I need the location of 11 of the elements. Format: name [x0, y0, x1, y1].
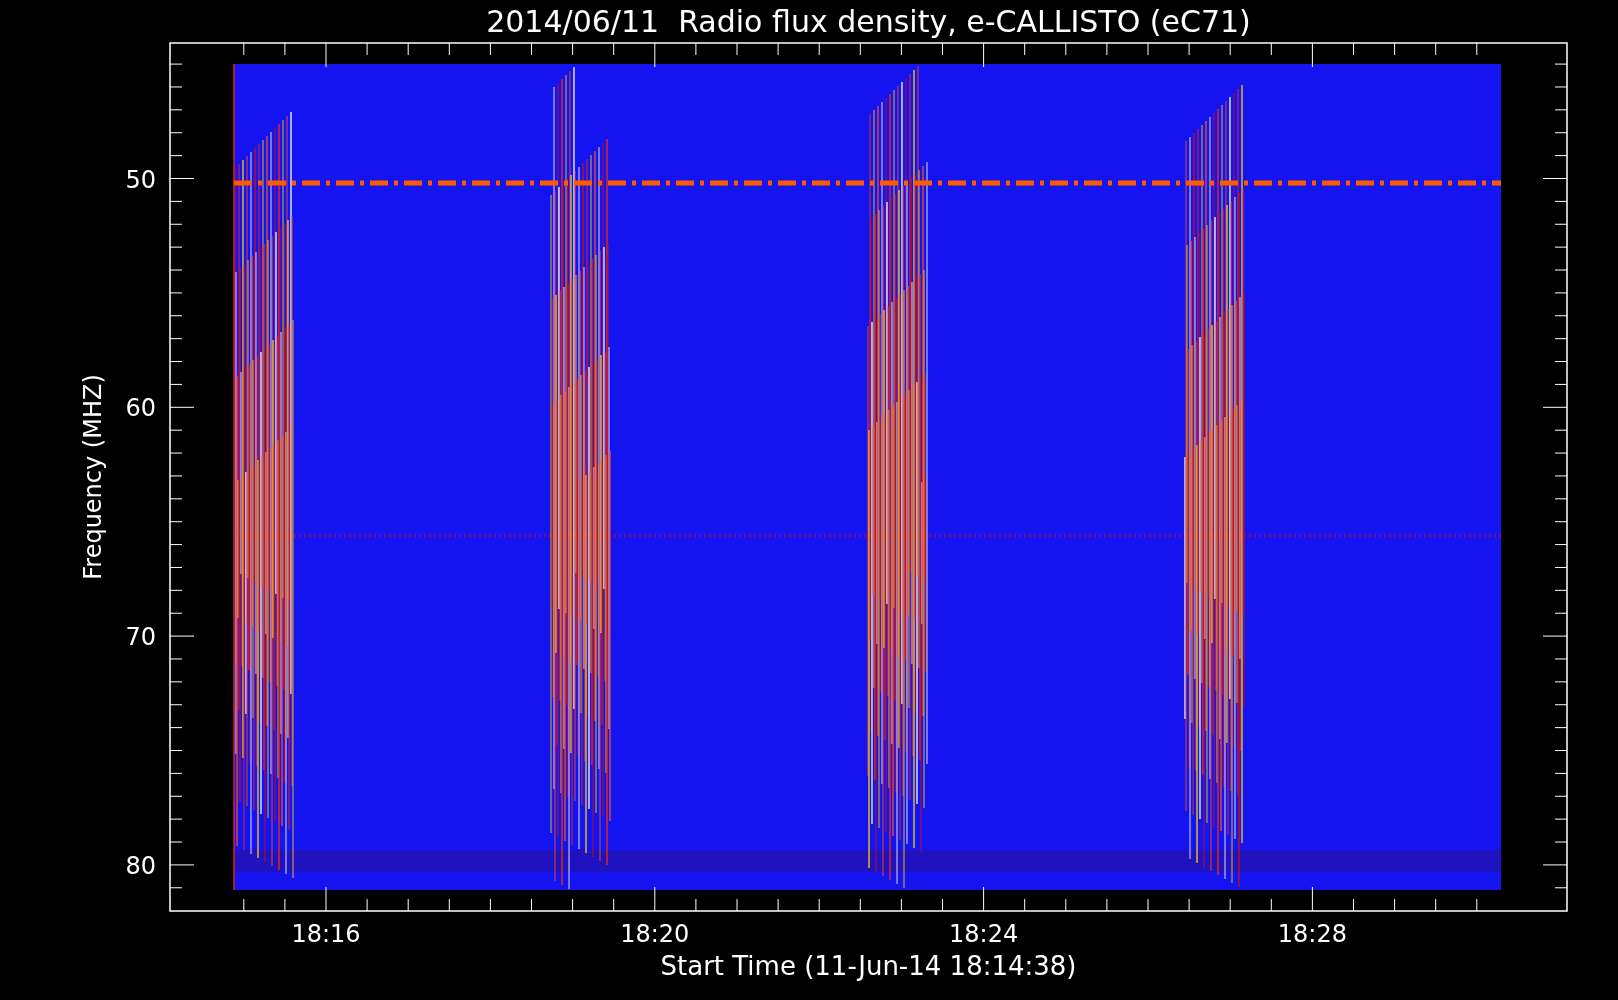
x-tick-label: 18:28: [1277, 920, 1347, 948]
x-tick-label: 18:16: [291, 920, 361, 948]
y-tick-label: 60: [125, 394, 156, 423]
y-tick-label: 50: [125, 165, 156, 194]
y-tick-label: 70: [125, 623, 156, 652]
x-axis-label: Start Time (11-Jun-14 18:14:38): [660, 951, 1077, 981]
y-axis-label: Frequency (MHZ): [79, 374, 107, 580]
chart-title: 2014/06/11 Radio flux density, e-CALLISTO (eC71): [486, 4, 1251, 39]
x-tick-label: 18:20: [620, 920, 690, 948]
x-tick-label: 18:24: [949, 920, 1019, 948]
y-tick-label: 80: [125, 851, 156, 880]
